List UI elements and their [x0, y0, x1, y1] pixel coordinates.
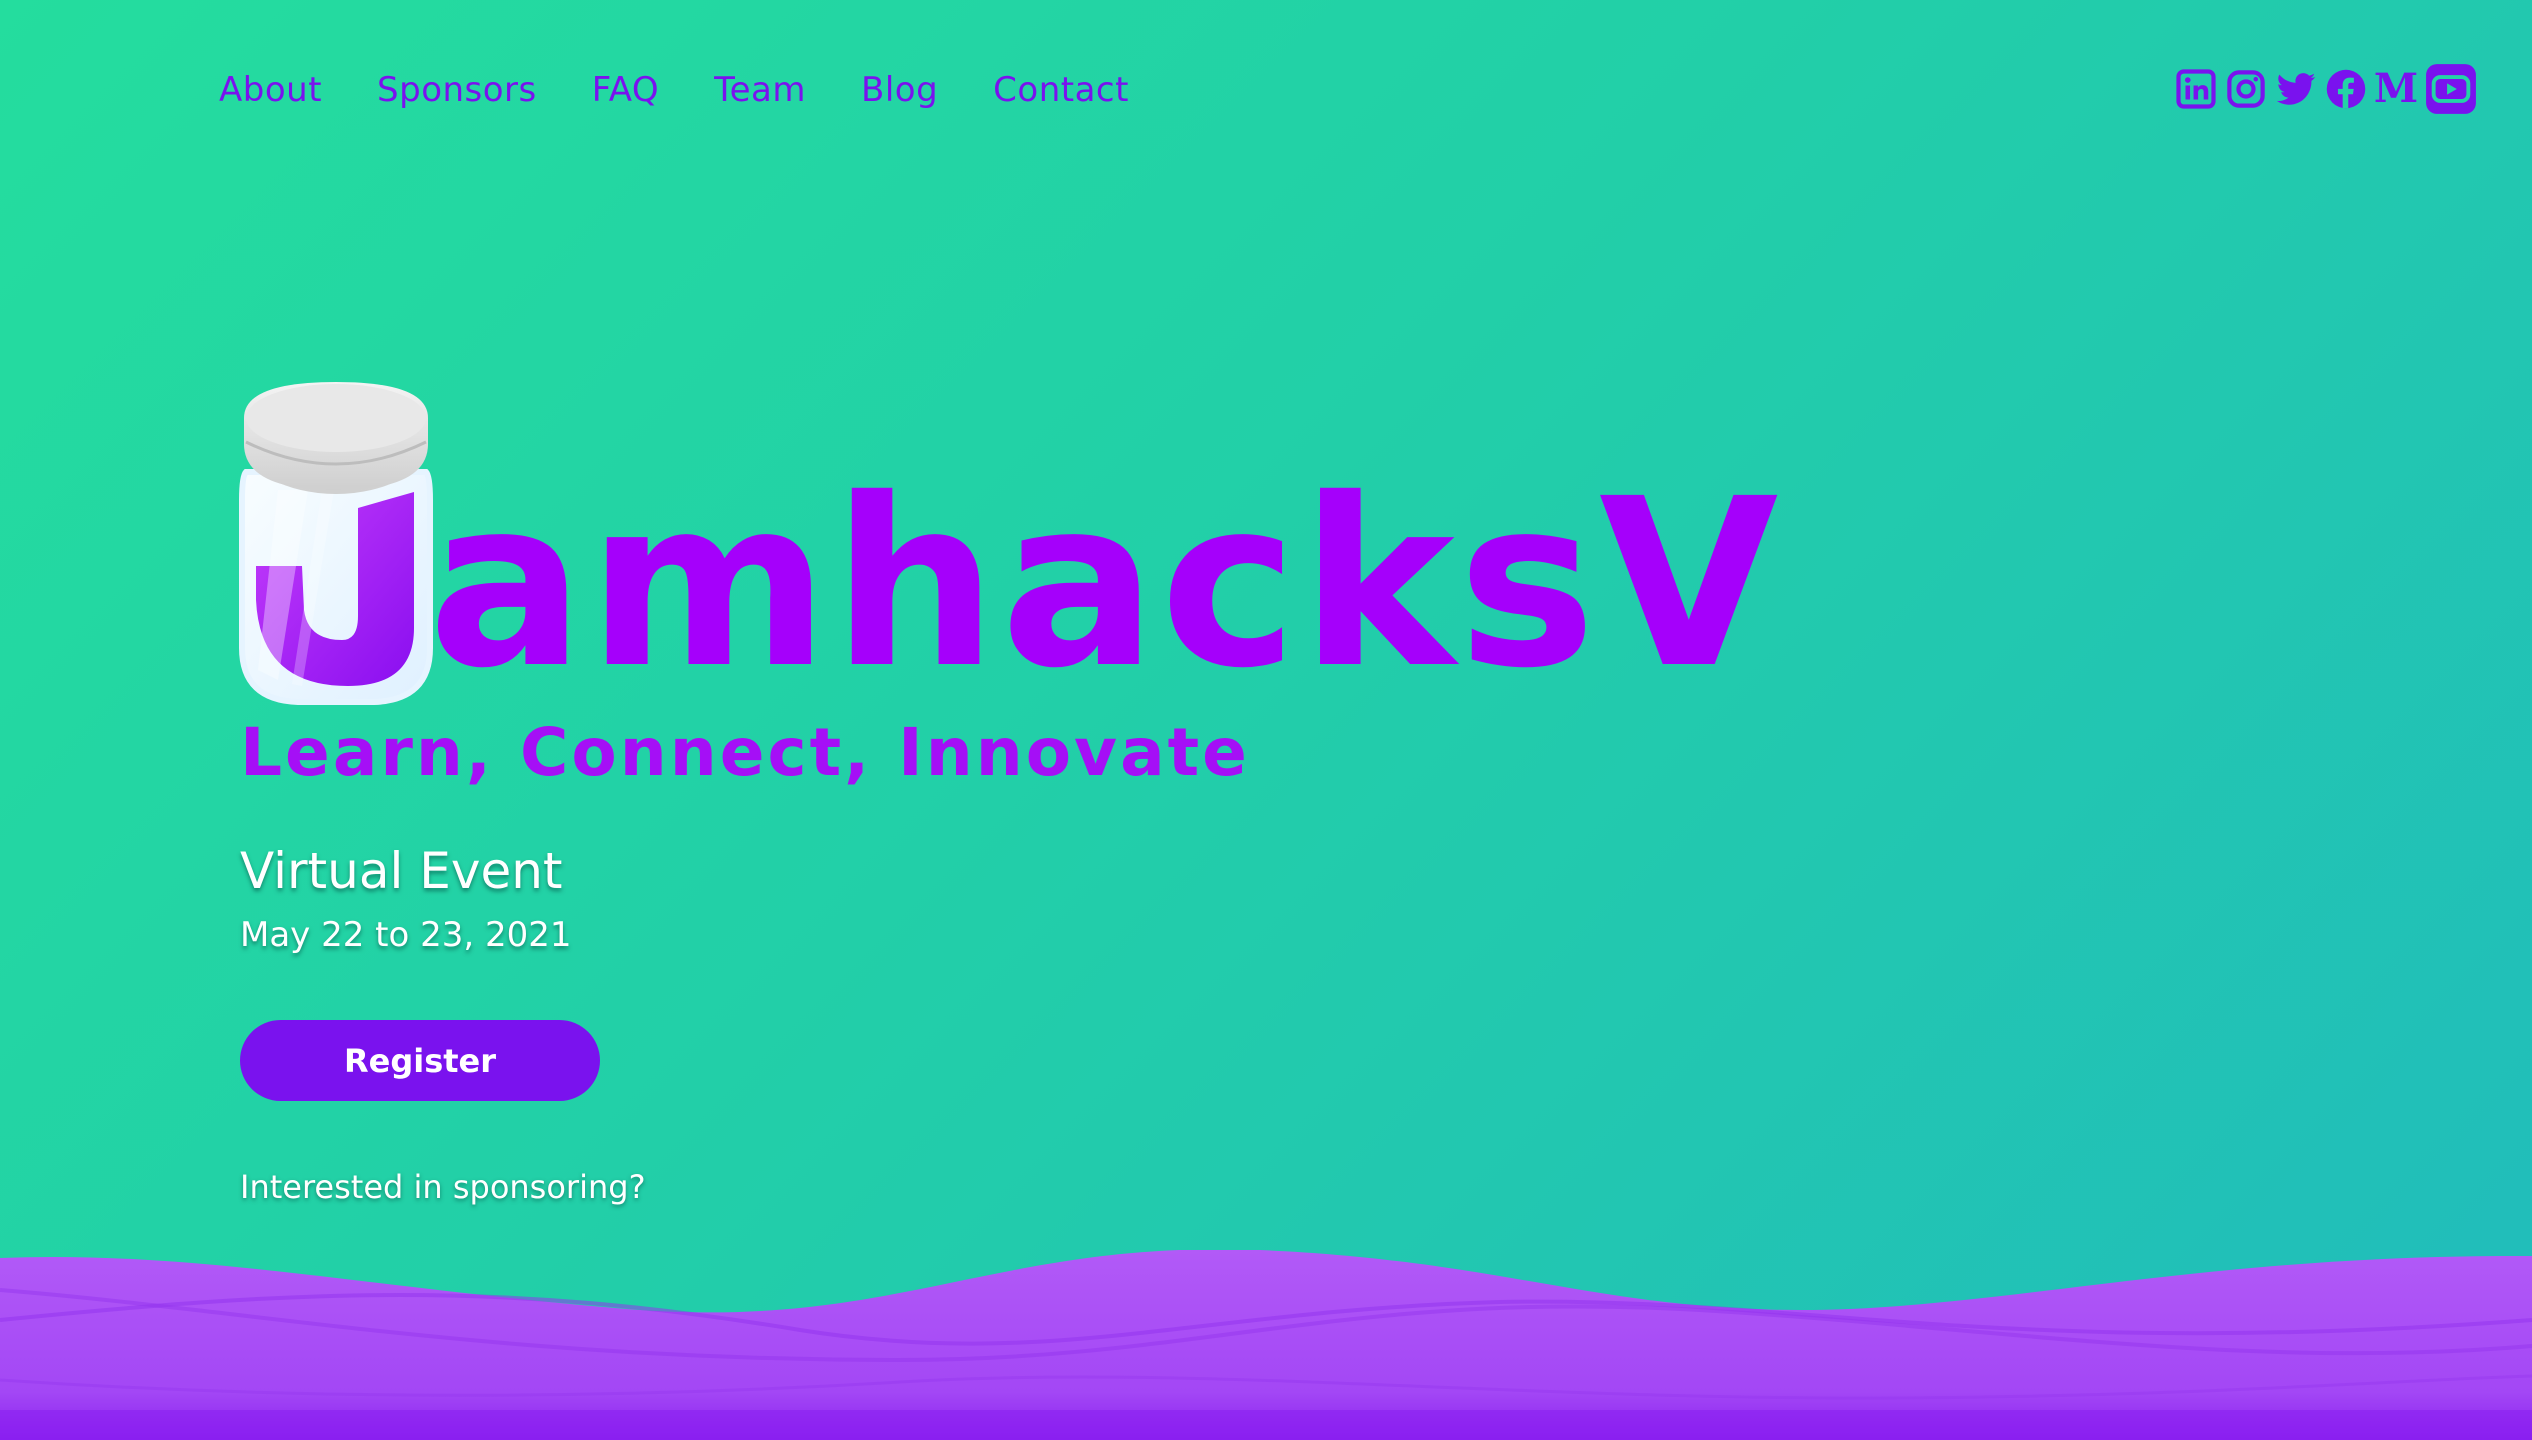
nav-link-faq[interactable]: FAQ [592, 70, 659, 110]
medium-icon[interactable]: M [2374, 68, 2418, 110]
nav-link-sponsors[interactable]: Sponsors [377, 70, 537, 110]
jar-logo-icon [239, 382, 433, 705]
facebook-icon[interactable] [2325, 68, 2367, 110]
linkedin-icon[interactable] [2175, 68, 2217, 110]
nav-link-team[interactable]: Team [714, 70, 806, 110]
nav-link-about[interactable]: About [219, 70, 322, 110]
bottom-waves [0, 1250, 2532, 1440]
tagline: Learn, Connect, Innovate [240, 714, 1250, 791]
youtube-icon[interactable] [2425, 63, 2477, 115]
register-button[interactable]: Register [240, 1020, 600, 1101]
nav-link-contact[interactable]: Contact [993, 70, 1129, 110]
sponsor-link[interactable]: Interested in sponsoring? [240, 1168, 646, 1206]
event-type: Virtual Event [240, 842, 563, 900]
logo-wordmark: amhacksV [428, 449, 1782, 719]
instagram-icon[interactable] [2225, 68, 2267, 110]
event-date: May 22 to 23, 2021 [240, 915, 572, 955]
twitter-icon[interactable] [2275, 68, 2317, 110]
hero-logo: amhacksV [238, 380, 1778, 710]
landing-page: About Sponsors FAQ Team Blog Contact M a… [0, 0, 2532, 1440]
main-nav: About Sponsors FAQ Team Blog Contact [219, 70, 1129, 110]
social-links: M [2175, 63, 2477, 115]
nav-link-blog[interactable]: Blog [861, 70, 938, 110]
